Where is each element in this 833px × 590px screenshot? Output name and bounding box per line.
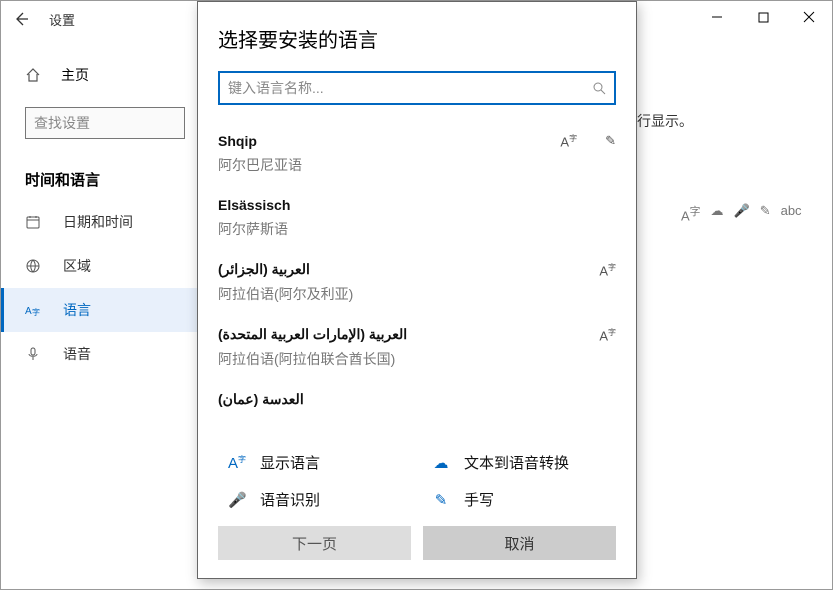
dialog-search[interactable] [218,71,616,105]
mic-icon: 🎤 [228,491,246,509]
sidebar-item-label: 区域 [63,256,91,276]
display-lang-icon: A字 [560,133,577,149]
sidebar-item-region[interactable]: 区域 [1,244,201,288]
dialog-buttons: 下一页 取消 [198,526,636,578]
window-title: 设置 [41,10,75,29]
language-local-name: 阿尔萨斯语 [218,219,616,239]
close-icon [803,11,815,23]
language-item[interactable]: Elsässisch 阿尔萨斯语 [218,187,616,251]
clock-icon [25,214,45,230]
sidebar-search-input[interactable] [34,115,215,131]
legend-label: 手写 [464,489,494,510]
legend-handwriting: ✎ 手写 [432,489,616,510]
cancel-button[interactable]: 取消 [423,526,616,560]
tts-icon: ☁ [711,203,724,223]
language-local-name: 阿尔巴尼亚语 [218,155,616,175]
language-native-name: العربية (الجزائر) [218,261,310,278]
a-letter-icon: A字 [25,302,45,318]
language-capabilities: A字 [599,262,616,278]
language-item-partial[interactable]: العدسة (عمان) [218,381,616,408]
capability-legend: A字 显示语言 ☁ 文本到语音转换 🎤 语音识别 ✎ 手写 [198,434,636,526]
language-capabilities: A字 [599,327,616,343]
language-native-name: Elsässisch [218,197,290,213]
feature-icons-row: A字 ☁ 🎤 ✎ abc [681,203,802,223]
language-item[interactable]: Shqip A字 ✎ 阿尔巴尼亚语 [218,123,616,187]
language-capabilities: A字 ✎ [560,133,616,149]
legend-tts: ☁ 文本到语音转换 [432,452,616,473]
language-native-name: العربية (الإمارات العربية المتحدة) [218,326,407,343]
globe-icon [25,258,45,274]
handwriting-icon: ✎ [760,203,771,223]
sidebar-search[interactable] [25,107,185,139]
sidebar-home[interactable]: 主页 [1,57,201,93]
settings-window: 设置 主页 时间和语言 日期和时间 [0,0,833,590]
minimize-button[interactable] [694,1,740,33]
close-button[interactable] [786,1,832,33]
language-local-name: 阿拉伯语(阿拉伯联合酋长国) [218,349,616,369]
home-icon [25,67,45,83]
dialog-title: 选择要安装的语言 [198,2,636,71]
language-item[interactable]: العربية (الجزائر) A字 阿拉伯语(阿尔及利亚) [218,251,616,316]
install-language-dialog: 选择要安装的语言 Shqip A字 ✎ 阿尔巴尼亚语 Elsä [197,1,637,579]
sidebar-item-label: 日期和时间 [63,212,133,232]
language-list[interactable]: Shqip A字 ✎ 阿尔巴尼亚语 Elsässisch 阿尔萨斯语 العرب… [198,123,636,434]
sidebar-item-label: 语言 [63,300,91,320]
back-button[interactable] [1,1,41,37]
sidebar: 主页 时间和语言 日期和时间 区域 A字 语言 [1,37,201,376]
handwriting-icon: ✎ [605,133,616,149]
legend-label: 文本到语音转换 [464,452,569,473]
legend-speech: 🎤 语音识别 [228,489,412,510]
svg-text:A: A [25,306,32,317]
display-lang-icon: A字 [681,203,701,223]
arrow-left-icon [13,11,29,27]
legend-label: 语音识别 [260,489,320,510]
next-button[interactable]: 下一页 [218,526,411,560]
language-local-name: 阿拉伯语(阿尔及利亚) [218,284,616,304]
handwriting-icon: ✎ [432,491,450,509]
display-lang-icon: A字 [599,327,616,343]
svg-text:字: 字 [32,307,40,317]
mic-icon [25,346,45,362]
language-native-name: Shqip [218,133,257,149]
legend-label: 显示语言 [260,452,320,473]
sidebar-home-label: 主页 [61,65,89,85]
language-item[interactable]: العربية (الإمارات العربية المتحدة) A字 阿拉… [218,316,616,381]
tts-icon: ☁ [432,454,450,472]
display-lang-icon: A字 [599,262,616,278]
sidebar-item-speech[interactable]: 语音 [1,332,201,376]
sidebar-item-label: 语音 [63,344,91,364]
sidebar-section-header: 时间和语言 [1,157,201,200]
minimize-icon [711,11,723,23]
legend-display: A字 显示语言 [228,452,412,473]
search-icon [592,81,606,95]
dialog-search-input[interactable] [228,80,592,96]
maximize-icon [758,12,769,23]
mic-icon: 🎤 [734,203,750,223]
maximize-button[interactable] [740,1,786,33]
display-lang-icon: A字 [228,454,246,472]
content-hint-text: 行显示。 [637,111,693,131]
abc-icon: abc [781,203,802,223]
sidebar-item-language[interactable]: A字 语言 [1,288,201,332]
window-controls [694,1,832,33]
sidebar-item-datetime[interactable]: 日期和时间 [1,200,201,244]
